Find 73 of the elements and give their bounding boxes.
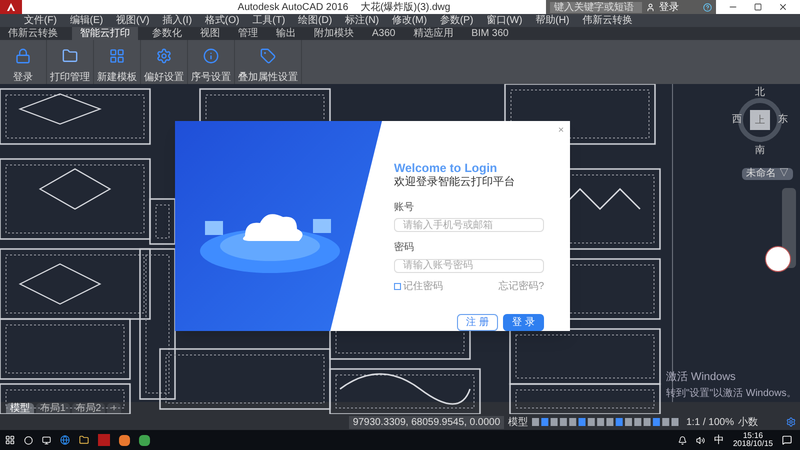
close-icon[interactable] [778,2,788,12]
sign-in-link[interactable]: 登录 [659,0,699,14]
action-center-icon[interactable] [782,435,792,445]
settings-icon[interactable] [786,417,796,427]
units-dropdown[interactable]: 小数 [738,416,782,428]
menu-item[interactable]: 视图(V) [116,16,150,26]
task-view-icon[interactable] [42,436,51,444]
lock-icon [15,48,31,64]
user-icon[interactable] [646,2,655,12]
south-label: 南 [755,146,765,156]
file-title: 大花(爆炸版)(3).dwg [360,0,450,14]
clock-time: 15:16 [742,432,763,440]
account-label: 账号 [394,202,415,214]
browser-icon[interactable] [60,435,70,445]
menu-item[interactable]: 文件(F) [24,16,57,26]
menu-item[interactable]: 工具(T) [252,16,286,26]
menu-item[interactable]: 窗口(W) [486,16,522,26]
password-field[interactable]: 请输入账号密码 [394,258,544,273]
menu-item[interactable]: 参数(P) [440,16,474,26]
coordinates-readout: 97930.3309, 68059.9545, 0.0000 [348,416,504,428]
menu-item[interactable]: 插入(I) [162,16,192,26]
welcome-heading: Welcome to Login [394,161,498,176]
grid-icon [109,48,125,64]
app-logo-icon[interactable] [0,0,22,14]
north-label: 北 [755,88,765,98]
register-button[interactable]: 注 册 [457,314,498,331]
clock-date: 2018/10/15 [732,440,773,448]
mascot-sticker [765,246,791,272]
login-button[interactable]: 登 录 [503,314,544,331]
ribbon-tab[interactable]: 参数化 [148,27,186,40]
notification-icon[interactable] [678,436,687,444]
ribbon-tab[interactable]: 智能云打印 [72,27,138,40]
ribbon-tab[interactable]: 附加模块 [310,27,358,40]
ucs-menu[interactable]: 未命名 ▽ [742,168,793,180]
app-taskbar-icon[interactable] [119,434,130,446]
menu-item[interactable]: 编辑(E) [70,16,104,26]
ribbon-tab[interactable]: 视图 [196,27,224,40]
app-title: Autodesk AutoCAD 2016 [238,0,348,14]
model-space-button[interactable]: 模型 [508,416,528,428]
ribbon-tab[interactable]: 输出 [272,27,300,40]
east-label: 东 [778,115,788,125]
menu-item[interactable]: 修改(M) [392,16,427,26]
gear-icon [156,48,172,64]
ribbon-tab[interactable]: BIM 360 [467,27,513,40]
account-field[interactable]: 请输入手机号或邮箱 [394,218,544,232]
folder-icon[interactable] [79,435,89,445]
remember-label: 记住密码 [403,280,443,294]
maximize-icon[interactable] [754,3,762,11]
ribbon-tab[interactable]: 伟新云转换 [4,27,62,40]
platform-subheading: 欢迎登录智能云打印平台 [394,176,516,190]
app-taskbar-icon[interactable] [139,434,150,446]
ribbon-tab[interactable]: 精选应用 [409,27,458,40]
start-icon[interactable] [5,435,15,445]
west-label: 西 [732,115,742,125]
help-icon[interactable] [703,2,712,12]
menu-item[interactable]: 帮助(H) [535,16,570,26]
ribbon-tab[interactable]: 管理 [234,27,262,40]
menu-item[interactable]: 伟新云转换 [582,16,632,26]
password-label: 密码 [394,242,415,255]
tag-icon [260,48,276,64]
menu-item[interactable]: 标注(N) [345,16,379,26]
info-icon [203,48,219,64]
activation-hint: 转到"设置"以激活 Windows。 [666,386,796,400]
ime-indicator[interactable]: 中 [714,432,724,448]
volume-icon[interactable] [696,436,705,444]
menu-item[interactable]: 格式(O) [204,16,240,26]
remember-checkbox[interactable] [394,283,401,290]
ribbon-tab[interactable]: A360 [368,27,400,40]
search-circle-icon[interactable] [24,436,33,444]
scale-readout[interactable]: 1:1 / 100% [686,416,734,428]
activation-title: 激活 Windows [666,370,737,385]
folder-icon [62,48,78,64]
menu-item[interactable]: 绘图(D) [298,16,332,26]
